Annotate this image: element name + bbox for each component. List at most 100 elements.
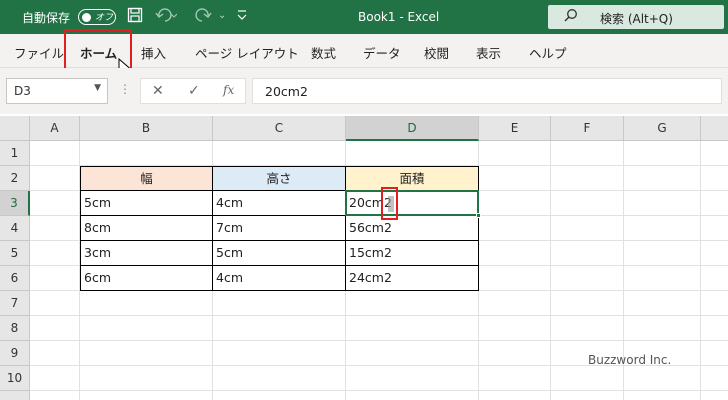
column-header-a[interactable]: A <box>30 116 80 141</box>
row-header-6[interactable]: 6 <box>0 266 30 291</box>
column-header-b[interactable]: B <box>80 116 213 141</box>
cell-b5[interactable]: 3cm <box>80 241 213 266</box>
cell-a3[interactable] <box>30 191 80 216</box>
cell-d6[interactable]: 24cm2 <box>346 266 479 291</box>
cell-c6[interactable]: 4cm <box>213 266 346 291</box>
cell-x6[interactable] <box>701 266 728 291</box>
cell-a11[interactable] <box>30 391 80 400</box>
cell-g2[interactable] <box>624 166 701 191</box>
cell-g4[interactable] <box>624 216 701 241</box>
name-box[interactable]: D3 ▼ <box>6 78 108 104</box>
cell-a7[interactable] <box>30 291 80 316</box>
cell-b4[interactable]: 8cm <box>80 216 213 241</box>
undo-icon[interactable] <box>155 7 178 27</box>
cell-a8[interactable] <box>30 316 80 341</box>
cell-c2[interactable]: 高さ <box>213 166 346 191</box>
redo-icon[interactable] <box>194 7 216 27</box>
cell-g6[interactable] <box>624 266 701 291</box>
autosave-toggle[interactable]: オフ <box>78 9 116 25</box>
row-header-5[interactable]: 5 <box>0 241 30 266</box>
cell-d2[interactable]: 面積 <box>346 166 479 191</box>
cell-d5[interactable]: 15cm2 <box>346 241 479 266</box>
tab-help[interactable]: ヘルプ <box>529 43 567 62</box>
cell-b9[interactable] <box>80 341 213 366</box>
cell-b7[interactable] <box>80 291 213 316</box>
column-header-partial[interactable] <box>701 116 728 141</box>
cell-c8[interactable] <box>213 316 346 341</box>
cell-c10[interactable] <box>213 366 346 391</box>
cell-b3[interactable]: 5cm <box>80 191 213 216</box>
row-header-4[interactable]: 4 <box>0 216 30 241</box>
customize-toolbar-icon[interactable] <box>237 8 247 25</box>
cell-f4[interactable] <box>551 216 624 241</box>
cell-a9[interactable] <box>30 341 80 366</box>
cell-e8[interactable] <box>479 316 551 341</box>
cell-g8[interactable] <box>624 316 701 341</box>
cell-b6[interactable]: 6cm <box>80 266 213 291</box>
cancel-icon[interactable]: ✕ <box>152 83 164 99</box>
cell-a1[interactable] <box>30 141 80 166</box>
cell-g3[interactable] <box>624 191 701 216</box>
cell-e2[interactable] <box>479 166 551 191</box>
cell-g7[interactable] <box>624 291 701 316</box>
cell-e5[interactable] <box>479 241 551 266</box>
cell-c9[interactable] <box>213 341 346 366</box>
column-header-g[interactable]: G <box>624 116 701 141</box>
enter-icon[interactable]: ✓ <box>188 83 200 99</box>
cell-c11[interactable] <box>213 391 346 400</box>
formula-input[interactable]: 20cm2 <box>252 78 722 104</box>
cell-e9[interactable] <box>479 341 551 366</box>
cell-x10[interactable] <box>701 366 728 391</box>
cell-a10[interactable] <box>30 366 80 391</box>
column-header-d[interactable]: D <box>346 116 479 141</box>
cell-x4[interactable] <box>701 216 728 241</box>
cell-x8[interactable] <box>701 316 728 341</box>
cell-g11[interactable] <box>624 391 701 400</box>
row-header-9[interactable]: 9 <box>0 341 30 366</box>
cell-d10[interactable] <box>346 366 479 391</box>
cell-d8[interactable] <box>346 316 479 341</box>
cell-f8[interactable] <box>551 316 624 341</box>
cell-g10[interactable] <box>624 366 701 391</box>
cell-c5[interactable]: 5cm <box>213 241 346 266</box>
insert-function-icon[interactable]: fx <box>223 83 234 97</box>
cell-x7[interactable] <box>701 291 728 316</box>
cell-a6[interactable] <box>30 266 80 291</box>
cell-x5[interactable] <box>701 241 728 266</box>
cell-f3[interactable] <box>551 191 624 216</box>
row-header-7[interactable]: 7 <box>0 291 30 316</box>
row-header-3[interactable]: 3 <box>0 191 30 216</box>
more-options-icon[interactable]: ⋮ <box>119 82 131 96</box>
column-header-e[interactable]: E <box>479 116 551 141</box>
tab-insert[interactable]: 挿入 <box>141 43 166 62</box>
cell-d11[interactable] <box>346 391 479 400</box>
fill-handle[interactable] <box>476 213 481 218</box>
cell-f11[interactable] <box>551 391 624 400</box>
cell-c3[interactable]: 4cm <box>213 191 346 216</box>
cell-d1[interactable] <box>346 141 479 166</box>
tab-view[interactable]: 表示 <box>476 43 501 62</box>
cell-b11[interactable] <box>80 391 213 400</box>
column-header-f[interactable]: F <box>551 116 624 141</box>
row-header-2[interactable]: 2 <box>0 166 30 191</box>
cell-d9[interactable] <box>346 341 479 366</box>
cell-a4[interactable] <box>30 216 80 241</box>
cell-e3[interactable] <box>479 191 551 216</box>
cell-f6[interactable] <box>551 266 624 291</box>
tab-formulas[interactable]: 数式 <box>311 43 336 62</box>
search-box[interactable]: 検索 (Alt+Q) <box>548 5 724 29</box>
cell-g1[interactable] <box>624 141 701 166</box>
row-header-1[interactable]: 1 <box>0 141 30 166</box>
row-header-8[interactable]: 8 <box>0 316 30 341</box>
cell-c1[interactable] <box>213 141 346 166</box>
cell-b8[interactable] <box>80 316 213 341</box>
column-header-c[interactable]: C <box>213 116 346 141</box>
cell-d7[interactable] <box>346 291 479 316</box>
select-all-corner[interactable] <box>0 116 30 141</box>
cell-x3[interactable] <box>701 191 728 216</box>
cell-f10[interactable] <box>551 366 624 391</box>
tab-data[interactable]: データ <box>363 43 401 62</box>
row-header-partial[interactable] <box>0 391 30 400</box>
tab-review[interactable]: 校閲 <box>424 43 449 62</box>
cell-g5[interactable] <box>624 241 701 266</box>
